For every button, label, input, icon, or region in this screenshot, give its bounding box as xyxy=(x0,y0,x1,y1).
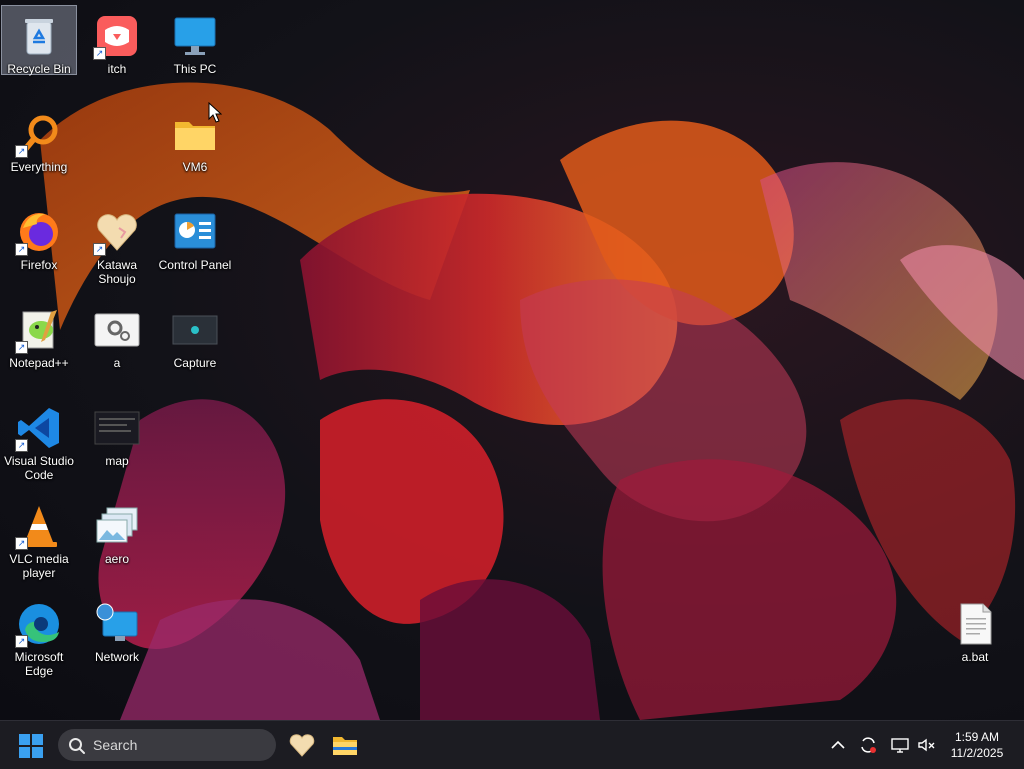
capture-icon xyxy=(172,315,218,345)
shortcut-arrow-icon: ↗ xyxy=(93,47,106,60)
batch-file-icon xyxy=(960,603,992,645)
icon-label: Notepad++ xyxy=(9,356,69,370)
shortcut-arrow-icon: ↗ xyxy=(93,243,106,256)
desktop-icon-control-panel[interactable]: Control Panel xyxy=(158,202,232,272)
search-icon xyxy=(68,737,86,760)
desktop-icon-capture[interactable]: Capture xyxy=(158,300,232,370)
taskbar-app-katawa-shoujo[interactable] xyxy=(288,731,316,759)
desktop-icon-notepad-plus-plus[interactable]: ↗ Notepad++ xyxy=(2,300,76,370)
shortcut-arrow-icon: ↗ xyxy=(15,145,28,158)
desktop-icon-network[interactable]: Network xyxy=(80,594,154,664)
desktop-icon-map[interactable]: map xyxy=(80,398,154,468)
desktop-icon-everything[interactable]: ↗ Everything xyxy=(2,104,76,174)
icon-label: This PC xyxy=(173,62,217,76)
heart-icon xyxy=(289,734,315,757)
icon-label: Microsoft Edge xyxy=(14,650,64,678)
chevron-up-icon[interactable] xyxy=(828,735,848,755)
network-icon xyxy=(96,603,138,641)
icon-label: aero xyxy=(104,552,130,566)
shortcut-arrow-icon: ↗ xyxy=(15,439,28,452)
icon-label: VM6 xyxy=(182,160,208,174)
desktop-icon-a[interactable]: a xyxy=(80,300,154,370)
taskbar-app-file-explorer[interactable] xyxy=(331,731,359,759)
taskbar: Search 1:59 AM 11/2/2025 xyxy=(0,720,1024,769)
icon-label: map xyxy=(105,454,129,468)
icon-label: Control Panel xyxy=(158,258,232,272)
desktop-icon-recycle-bin[interactable]: Recycle Bin xyxy=(1,5,77,76)
desktop-icon-vlc[interactable]: ↗ VLC media player xyxy=(2,496,76,580)
icon-label: a.bat xyxy=(961,650,989,664)
file-explorer-icon xyxy=(333,737,357,755)
desktop-icon-a-bat[interactable]: a.bat xyxy=(938,594,1012,664)
shortcut-arrow-icon: ↗ xyxy=(15,635,28,648)
control-panel-icon xyxy=(174,213,216,249)
shortcut-arrow-icon: ↗ xyxy=(15,537,28,550)
desktop-icon-aero[interactable]: aero xyxy=(80,496,154,566)
icon-label: itch xyxy=(107,62,127,76)
recycle-bin-icon xyxy=(25,19,53,55)
desktop-icon-firefox[interactable]: ↗ Firefox xyxy=(2,202,76,272)
image-stack-icon xyxy=(96,507,138,543)
volume-muted-icon[interactable] xyxy=(916,735,936,755)
icon-label: VLC media player xyxy=(9,552,69,580)
icon-label: Network xyxy=(94,650,139,664)
icon-label: Firefox xyxy=(20,258,58,272)
windows-logo-icon xyxy=(19,734,43,758)
taskbar-search-box[interactable]: Search xyxy=(58,729,276,761)
settings-file-icon xyxy=(94,313,140,347)
taskbar-clock[interactable]: 1:59 AM 11/2/2025 xyxy=(940,729,1014,761)
desktop-icon-visual-studio-code[interactable]: ↗ Visual Studio Code xyxy=(2,398,76,482)
this-pc-icon xyxy=(174,17,216,55)
desktop-icon-itch[interactable]: ↗ itch xyxy=(80,6,154,76)
icon-label: a xyxy=(113,356,121,370)
icon-label: Capture xyxy=(173,356,217,370)
image-file-icon xyxy=(94,411,140,445)
start-button[interactable] xyxy=(18,733,44,759)
icon-label: Katawa Shoujo xyxy=(96,258,138,286)
icon-label: Everything xyxy=(10,160,68,174)
desktop-icon-katawa-shoujo[interactable]: ↗ Katawa Shoujo xyxy=(80,202,154,286)
desktop-icon-this-pc[interactable]: This PC xyxy=(158,6,232,76)
network-icon[interactable] xyxy=(890,735,910,755)
icon-label: Recycle Bin xyxy=(7,62,71,76)
icon-label: Visual Studio Code xyxy=(4,454,74,482)
clock-time: 1:59 AM xyxy=(954,730,1000,744)
desktop-icon-microsoft-edge[interactable]: ↗ Microsoft Edge xyxy=(2,594,76,678)
shortcut-arrow-icon: ↗ xyxy=(15,341,28,354)
search-placeholder: Search xyxy=(93,737,138,753)
sync-icon[interactable] xyxy=(858,735,878,755)
mouse-cursor-icon xyxy=(208,101,223,129)
shortcut-arrow-icon: ↗ xyxy=(15,243,28,256)
clock-date: 11/2/2025 xyxy=(950,746,1004,760)
